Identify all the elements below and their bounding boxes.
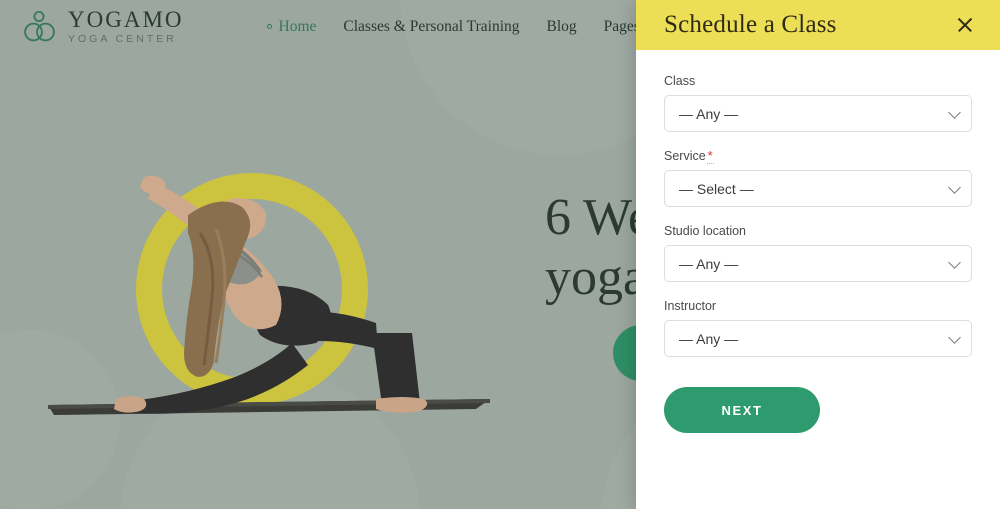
field-class: Class — Any —: [664, 74, 972, 132]
field-label-class: Class: [664, 74, 972, 88]
two-circles-figure-icon: [24, 10, 55, 41]
panel-header: Schedule a Class: [636, 0, 1000, 50]
next-button[interactable]: NEXT: [664, 387, 820, 433]
field-service: Service * — Select —: [664, 149, 972, 207]
select-service-wrapper: — Select —: [664, 170, 972, 207]
brand-name: YOGAMO: [68, 7, 184, 33]
nav-item-blog[interactable]: Blog: [547, 18, 577, 36]
label-text: Service: [664, 149, 706, 163]
nav-label: Home: [278, 17, 317, 35]
select-studio-location-wrapper: — Any —: [664, 245, 972, 282]
select-instructor[interactable]: — Any —: [664, 320, 972, 357]
nav-label: Classes & Personal Training: [343, 17, 520, 35]
select-instructor-wrapper: — Any —: [664, 320, 972, 357]
field-instructor: Instructor — Any —: [664, 299, 972, 357]
close-icon[interactable]: [952, 12, 978, 38]
schedule-class-panel: Schedule a Class Class — Any — Service * …: [636, 0, 1000, 509]
brand-tagline: YOGA CENTER: [68, 33, 177, 46]
hero-yoga-photo: [48, 175, 490, 415]
nav-item-classes[interactable]: Classes & Personal Training: [343, 18, 519, 36]
label-text: Class: [664, 74, 696, 88]
nav-label: Blog: [546, 17, 577, 35]
nav-item-home[interactable]: Home: [266, 17, 317, 36]
panel-title: Schedule a Class: [664, 11, 837, 38]
select-studio-location[interactable]: — Any —: [664, 245, 972, 282]
field-label-service: Service *: [664, 149, 972, 164]
required-marker: *: [706, 149, 714, 164]
nav-label: Pages: [603, 17, 640, 35]
main-navigation: Home Classes & Personal Training Blog Pa…: [266, 17, 690, 36]
field-label-instructor: Instructor: [664, 299, 972, 313]
brand-logo[interactable]: YOGAMO YOGA CENTER: [22, 8, 184, 45]
select-class-wrapper: — Any —: [664, 95, 972, 132]
field-studio-location: Studio location — Any —: [664, 224, 972, 282]
label-text: Studio location: [664, 224, 747, 238]
panel-form: Class — Any — Service * — Select — Studio…: [636, 50, 1000, 509]
select-class[interactable]: — Any —: [664, 95, 972, 132]
label-text: Instructor: [664, 299, 717, 313]
field-label-studio-location: Studio location: [664, 224, 972, 238]
active-dot-icon: [266, 24, 272, 29]
select-service[interactable]: — Select —: [664, 170, 972, 207]
